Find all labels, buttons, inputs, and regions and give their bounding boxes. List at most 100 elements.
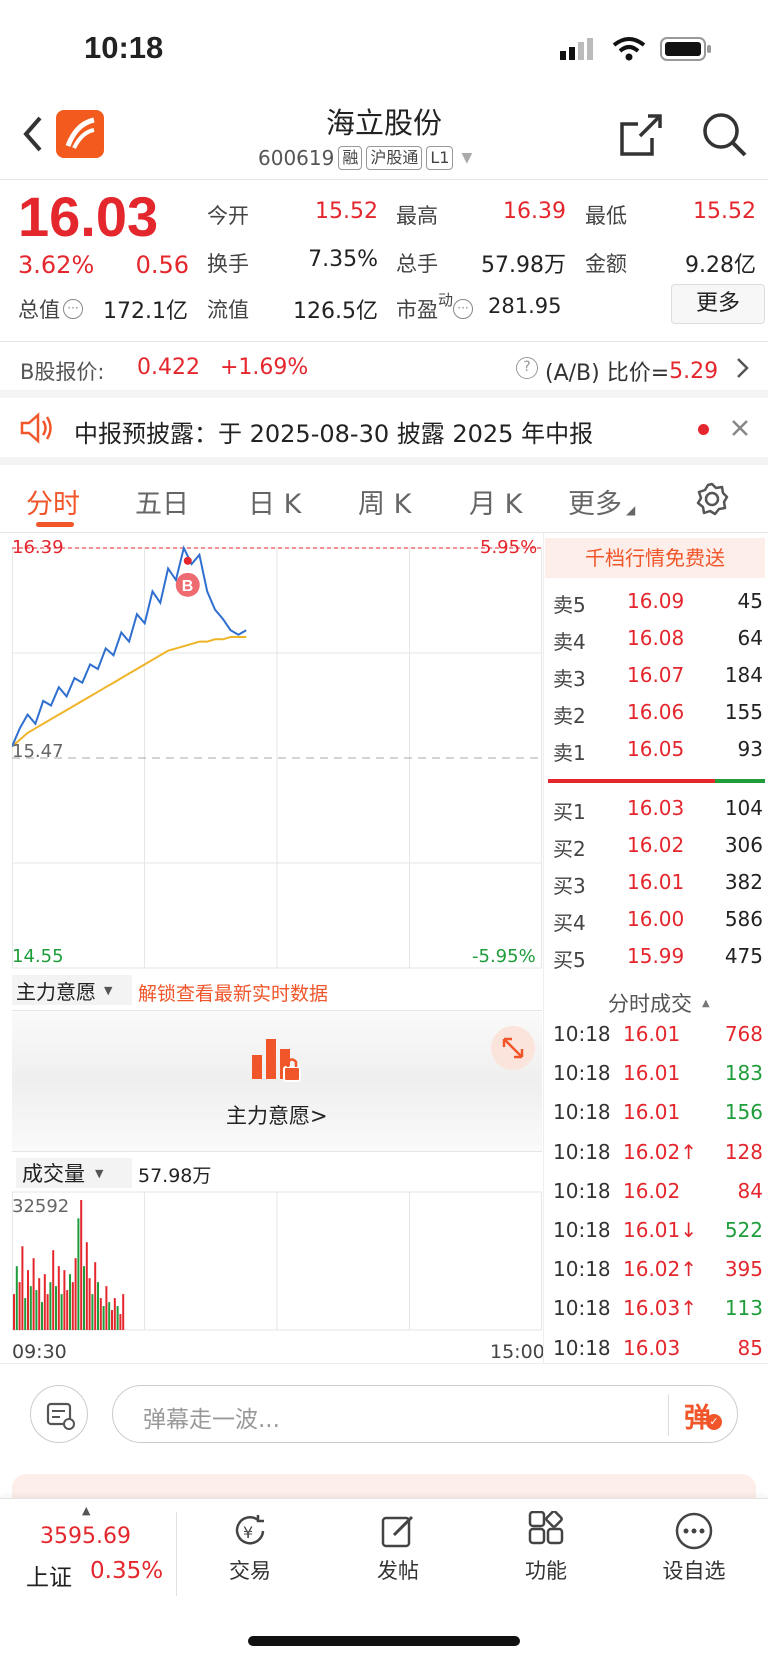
bid-row[interactable]: 买1 16.03 104 bbox=[553, 796, 763, 831]
bar-chart-lock-icon bbox=[250, 1035, 302, 1083]
tick-qty: 84 bbox=[737, 1178, 763, 1203]
tick-row: 10:18 16.02↑ 128 bbox=[553, 1140, 763, 1179]
info-icon[interactable]: ··· bbox=[453, 299, 474, 319]
intraday-chart[interactable]: B bbox=[12, 533, 542, 973]
buy-marker-label: B bbox=[182, 578, 194, 595]
b-share-price: 0.422 bbox=[137, 355, 200, 380]
notice-text[interactable]: 中报预披露：于 2025-08-30 披露 2025 年中报 bbox=[74, 414, 593, 449]
volume-bar bbox=[85, 1242, 88, 1330]
comment-placeholder: 弹幕走一波... bbox=[143, 1407, 280, 1433]
ask-row[interactable]: 卖1 16.05 93 bbox=[553, 737, 763, 772]
chevron-right-icon[interactable] bbox=[734, 356, 750, 380]
bid-row[interactable]: 买3 16.01 382 bbox=[553, 870, 763, 905]
pe-label: 市盈 动 ··· bbox=[396, 291, 474, 324]
volume-bar bbox=[27, 1270, 29, 1330]
comment-input[interactable]: 弹幕走一波... bbox=[112, 1385, 738, 1443]
tick-price: 16.02↑ bbox=[623, 1139, 698, 1164]
danmu-divider bbox=[668, 1394, 669, 1436]
volume-bar bbox=[41, 1302, 43, 1330]
volume-chart[interactable] bbox=[12, 1190, 542, 1336]
tick-row: 10:18 16.02 84 bbox=[553, 1179, 763, 1218]
tab-week-k[interactable]: 周 K bbox=[358, 482, 411, 521]
tick-price: 16.01 bbox=[623, 1100, 681, 1125]
ask-row-label: 卖4 bbox=[553, 630, 586, 654]
volume-bar bbox=[88, 1278, 91, 1330]
volume-bar bbox=[77, 1218, 80, 1330]
ask-row[interactable]: 卖5 16.09 45 bbox=[553, 589, 763, 624]
bid-row-qty: 475 bbox=[724, 944, 763, 968]
main-force-dropdown[interactable]: 主力意愿 ▼ bbox=[12, 975, 132, 1005]
volume-bar bbox=[99, 1298, 102, 1330]
expand-icon[interactable] bbox=[491, 1026, 535, 1070]
bid-row[interactable]: 买5 15.99 475 bbox=[553, 944, 763, 979]
price-line bbox=[12, 545, 247, 747]
tab-intraday[interactable]: 分时 bbox=[26, 482, 80, 521]
ask-row-price: 16.07 bbox=[627, 663, 685, 687]
volume-bar bbox=[18, 1282, 21, 1330]
ask-row[interactable]: 卖4 16.08 64 bbox=[553, 626, 763, 661]
tick-row: 10:18 16.01 768 bbox=[553, 1022, 763, 1061]
more-quote-button[interactable]: 更多 bbox=[671, 284, 765, 324]
section-gap bbox=[0, 457, 768, 465]
promo-banner[interactable]: 千档行情免费送 bbox=[545, 538, 765, 578]
stock-code: 600619 bbox=[258, 146, 335, 170]
tick-time: 10:18 bbox=[553, 1022, 611, 1046]
volume-bar bbox=[74, 1258, 77, 1330]
ask-row-price: 16.06 bbox=[627, 700, 685, 724]
ask-row-label: 卖3 bbox=[553, 667, 586, 691]
comment-bar-top-border bbox=[0, 1363, 768, 1364]
bid-row[interactable]: 买4 16.00 586 bbox=[553, 907, 763, 942]
share-icon[interactable] bbox=[618, 112, 664, 158]
chevron-down-icon[interactable]: ▼ bbox=[461, 150, 472, 166]
nav-divider bbox=[176, 1512, 177, 1596]
ticks-header[interactable]: 分时成交 ▲ bbox=[608, 988, 710, 1018]
close-icon[interactable] bbox=[730, 418, 750, 438]
index-change[interactable]: 0.35% bbox=[90, 1558, 163, 1584]
tab-day-k[interactable]: 日 K bbox=[248, 482, 301, 521]
volume-bar bbox=[113, 1298, 116, 1330]
nav-functions[interactable]: 功能 bbox=[496, 1511, 596, 1585]
barrage-settings-icon[interactable] bbox=[30, 1385, 88, 1443]
main-force-label[interactable]: 主力意愿> bbox=[226, 1100, 328, 1130]
info-icon[interactable]: ··· bbox=[63, 299, 83, 319]
volume-dropdown[interactable]: 成交量 ▼ bbox=[16, 1158, 132, 1188]
bid-row-label: 买4 bbox=[553, 911, 586, 935]
svg-text:¥: ¥ bbox=[243, 1523, 253, 1542]
ask-row[interactable]: 卖3 16.07 184 bbox=[553, 663, 763, 698]
ask-row-label: 卖1 bbox=[553, 741, 586, 765]
index-value[interactable]: 3595.69 bbox=[40, 1524, 131, 1549]
nav-add-watchlist[interactable]: 设自选 bbox=[644, 1511, 744, 1585]
ask-row[interactable]: 卖2 16.06 155 bbox=[553, 700, 763, 735]
volume-bar bbox=[66, 1290, 69, 1330]
bid-row[interactable]: 买2 16.02 306 bbox=[553, 833, 763, 868]
volume-bar bbox=[35, 1290, 38, 1330]
more-circle-icon bbox=[675, 1512, 713, 1550]
tab-month-k[interactable]: 月 K bbox=[469, 482, 522, 521]
volume-label: 总手 bbox=[396, 252, 438, 276]
unlock-link[interactable]: 解锁查看最新实时数据 bbox=[138, 979, 328, 1006]
volume-total: 57.98万 bbox=[138, 1165, 212, 1187]
x-axis-start-label: 09:30 bbox=[12, 1341, 67, 1363]
tick-qty: 522 bbox=[724, 1218, 763, 1242]
volume-bar bbox=[29, 1286, 32, 1330]
help-icon[interactable]: ? bbox=[516, 357, 538, 379]
gear-icon[interactable] bbox=[694, 481, 730, 517]
search-icon[interactable] bbox=[700, 110, 748, 158]
low-value: 15.52 bbox=[693, 199, 756, 224]
danmu-toggle-icon[interactable]: 弹 ✓ bbox=[684, 1396, 724, 1434]
tick-time: 10:18 bbox=[553, 1257, 611, 1282]
nav-trade[interactable]: ¥ 交易 bbox=[200, 1511, 300, 1585]
open-value: 15.52 bbox=[315, 199, 378, 224]
nav-post[interactable]: 发帖 bbox=[348, 1511, 448, 1585]
tick-row: 10:18 16.01↓ 522 bbox=[553, 1218, 763, 1257]
ask-row-qty: 45 bbox=[737, 589, 763, 613]
grid-icon bbox=[528, 1511, 564, 1545]
cellular-signal-icon bbox=[560, 38, 596, 60]
ab-ratio[interactable]: (A/B) 比价= 5.29 bbox=[545, 355, 718, 387]
tab-five-day[interactable]: 五日 bbox=[135, 482, 189, 521]
index-name[interactable]: 上证 bbox=[26, 1558, 72, 1592]
bid-row-qty: 104 bbox=[724, 796, 763, 820]
tab-more[interactable]: 更多 ◢ bbox=[568, 482, 635, 521]
change-amount: 0.56 bbox=[135, 251, 189, 279]
battery-icon bbox=[660, 36, 712, 62]
